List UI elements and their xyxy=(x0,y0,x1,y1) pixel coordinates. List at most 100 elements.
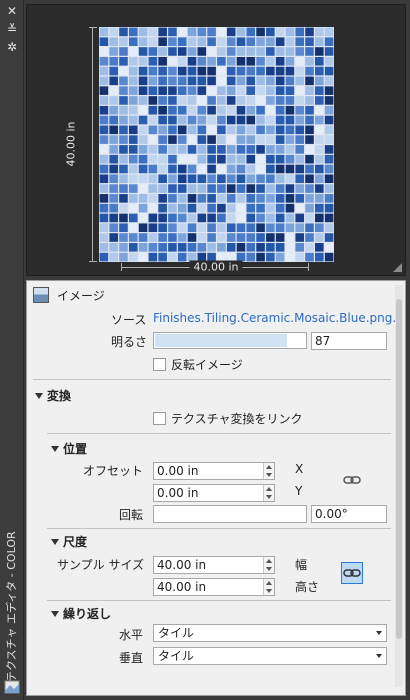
sample-height-spinner[interactable] xyxy=(263,579,274,595)
mosaic-tile xyxy=(295,223,305,233)
mosaic-tile xyxy=(217,243,226,252)
mosaic-tile xyxy=(285,233,295,242)
mosaic-tile xyxy=(138,56,148,66)
mosaic-tile xyxy=(295,27,305,37)
mosaic-tile xyxy=(256,27,265,37)
mosaic-tile xyxy=(275,174,285,184)
mosaic-tile xyxy=(324,243,334,252)
mosaic-tile xyxy=(197,194,207,203)
mosaic-tile xyxy=(207,115,216,125)
mosaic-tile xyxy=(119,27,128,37)
link-texture-transforms-checkbox[interactable] xyxy=(153,412,166,425)
rotation-input[interactable]: 0.00° xyxy=(311,505,387,523)
mosaic-tile xyxy=(256,223,265,233)
mosaic-tile xyxy=(236,105,246,115)
close-icon[interactable]: ✕ xyxy=(4,4,20,18)
mosaic-tile xyxy=(266,184,275,193)
offset-x-input[interactable]: 0.00 in xyxy=(153,462,275,480)
height-dimension-line xyxy=(89,27,97,262)
sample-width-input[interactable]: 40.00 in xyxy=(153,556,275,574)
offset-y-input[interactable]: 0.00 in xyxy=(153,484,275,502)
mosaic-tile xyxy=(246,252,256,262)
mosaic-tile xyxy=(285,56,295,66)
mosaic-tile xyxy=(295,76,305,86)
resize-grip[interactable] xyxy=(393,263,402,272)
mosaic-tile xyxy=(99,174,109,184)
scroll-thumb[interactable] xyxy=(396,299,402,639)
mosaic-tile xyxy=(315,115,324,125)
palette-title-bar[interactable]: ✕ ≚ ✲ テクスチャ エディタ - COLOR xyxy=(0,0,24,700)
mosaic-tile xyxy=(168,76,177,86)
mosaic-tile xyxy=(285,154,295,164)
mosaic-tile xyxy=(256,213,265,223)
mosaic-tile xyxy=(187,76,197,86)
image-section-header: イメージ xyxy=(57,289,105,303)
mosaic-tile xyxy=(236,174,246,184)
scrollbar[interactable] xyxy=(395,285,403,687)
scale-section-header[interactable]: 尺度 xyxy=(51,533,87,550)
mosaic-tile xyxy=(158,47,167,56)
mosaic-tile xyxy=(99,96,109,105)
mosaic-tile xyxy=(324,213,334,223)
lock-aspect-chain-button[interactable] xyxy=(341,562,363,584)
mosaic-tile xyxy=(119,115,128,125)
invert-image-checkbox[interactable] xyxy=(153,358,166,371)
mosaic-tile xyxy=(246,145,256,154)
mosaic-tile xyxy=(168,194,177,203)
position-section-header[interactable]: 位置 xyxy=(51,440,87,457)
mosaic-tile xyxy=(148,194,158,203)
horizontal-repeat-dropdown[interactable]: タイル xyxy=(153,624,387,642)
mosaic-tile xyxy=(128,66,138,76)
mosaic-tile xyxy=(207,243,216,252)
mosaic-tile xyxy=(295,145,305,154)
mosaic-tile xyxy=(324,115,334,125)
mosaic-tile xyxy=(197,243,207,252)
rotation-slider[interactable] xyxy=(153,505,307,523)
mosaic-tile xyxy=(285,174,295,184)
mosaic-tile xyxy=(197,66,207,76)
mosaic-tile xyxy=(119,243,128,252)
mosaic-tile xyxy=(305,213,314,223)
mosaic-tile xyxy=(187,56,197,66)
mosaic-tile xyxy=(207,213,216,223)
mosaic-tile xyxy=(197,145,207,154)
mosaic-tile xyxy=(158,27,167,37)
sample-height-input[interactable]: 40.00 in xyxy=(153,578,275,596)
mosaic-tile xyxy=(138,115,148,125)
mosaic-tile xyxy=(207,125,216,135)
mosaic-tile xyxy=(285,125,295,135)
source-file-link[interactable]: Finishes.Tiling.Ceramic.Mosaic.Blue.png. xyxy=(153,311,396,325)
mosaic-tile xyxy=(187,86,197,95)
mosaic-tile xyxy=(197,174,207,184)
mosaic-tile xyxy=(256,76,265,86)
brightness-input[interactable]: 87 xyxy=(311,332,387,350)
mosaic-tile xyxy=(148,105,158,115)
mosaic-tile xyxy=(109,164,118,174)
transform-section-header[interactable]: 変換 xyxy=(35,387,71,404)
mosaic-tile xyxy=(266,135,275,144)
mosaic-tile xyxy=(266,125,275,135)
offset-y-spinner[interactable] xyxy=(263,485,274,501)
link-offset-chain-icon[interactable] xyxy=(343,475,361,485)
offset-y-axis-label: Y xyxy=(295,484,303,498)
mosaic-tile xyxy=(197,96,207,105)
brightness-slider[interactable] xyxy=(153,332,307,349)
mosaic-tile xyxy=(226,56,236,66)
mosaic-tile xyxy=(99,164,109,174)
offset-x-spinner[interactable] xyxy=(263,463,274,479)
mosaic-tile xyxy=(168,135,177,144)
properties-icon[interactable]: ✲ xyxy=(4,40,20,54)
autohide-icon[interactable]: ≚ xyxy=(4,22,20,36)
repeat-section-header[interactable]: 繰り返し xyxy=(51,605,111,622)
mosaic-tile xyxy=(295,203,305,213)
mosaic-tile xyxy=(217,233,226,242)
mosaic-tile xyxy=(158,154,167,164)
mosaic-tile xyxy=(266,105,275,115)
mosaic-tile xyxy=(246,135,256,144)
sample-width-spinner[interactable] xyxy=(263,557,274,573)
mosaic-tile xyxy=(275,86,285,95)
mosaic-tile xyxy=(197,203,207,213)
mosaic-tile xyxy=(207,233,216,242)
vertical-repeat-dropdown[interactable]: タイル xyxy=(153,647,387,665)
mosaic-tile xyxy=(148,96,158,105)
